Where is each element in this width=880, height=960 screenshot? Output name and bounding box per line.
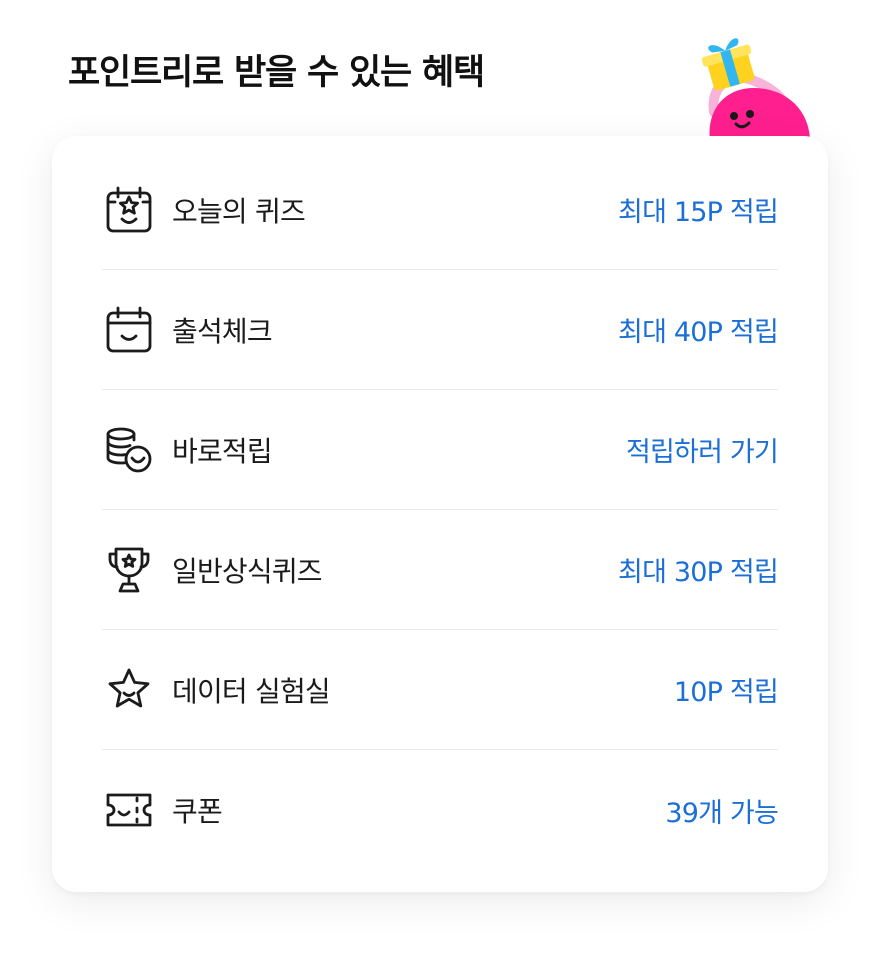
coupon-ticket-icon <box>104 785 154 835</box>
quiz-calendar-star-icon <box>104 185 154 235</box>
benefit-label: 출석체크 <box>172 314 273 348</box>
benefit-row-instant-earn[interactable]: 바로적립 적립하러 가기 <box>102 390 779 510</box>
calendar-check-icon <box>104 305 154 355</box>
benefit-label: 오늘의 퀴즈 <box>172 194 306 228</box>
benefit-reward[interactable]: 39개 가능 <box>665 791 778 830</box>
benefit-reward[interactable]: 적립하러 가기 <box>626 430 779 469</box>
benefit-reward[interactable]: 최대 30P 적립 <box>618 550 779 589</box>
benefit-row-attendance[interactable]: 출석체크 최대 40P 적립 <box>102 270 779 390</box>
star-icon <box>104 665 154 715</box>
benefits-card: 오늘의 퀴즈 최대 15P 적립 출석체크 최대 40P 적립 바로적립 적립하… <box>52 136 828 892</box>
benefit-row-daily-quiz[interactable]: 오늘의 퀴즈 최대 15P 적립 <box>102 150 779 270</box>
benefit-label: 일반상식퀴즈 <box>172 554 323 588</box>
benefit-row-data-lab[interactable]: 데이터 실험실 10P 적립 <box>102 630 779 750</box>
benefit-label: 쿠폰 <box>172 795 223 828</box>
trophy-icon <box>104 545 154 595</box>
benefit-row-general-quiz[interactable]: 일반상식퀴즈 최대 30P 적립 <box>102 510 779 630</box>
benefit-row-coupon[interactable]: 쿠폰 39개 가능 <box>102 750 779 870</box>
page-title: 포인트리로 받을 수 있는 혜택 <box>68 53 485 93</box>
benefit-label: 바로적립 <box>172 434 273 468</box>
benefit-reward[interactable]: 최대 15P 적립 <box>618 190 779 229</box>
benefits-list: 오늘의 퀴즈 최대 15P 적립 출석체크 최대 40P 적립 바로적립 적립하… <box>102 150 779 870</box>
pink-character-with-gift-icon <box>701 38 810 142</box>
mascot-illustration <box>692 32 822 142</box>
benefit-reward[interactable]: 최대 40P 적립 <box>618 310 779 349</box>
coins-stack-icon <box>104 425 154 475</box>
benefit-reward[interactable]: 10P 적립 <box>674 670 779 709</box>
benefit-label: 데이터 실험실 <box>172 674 331 708</box>
